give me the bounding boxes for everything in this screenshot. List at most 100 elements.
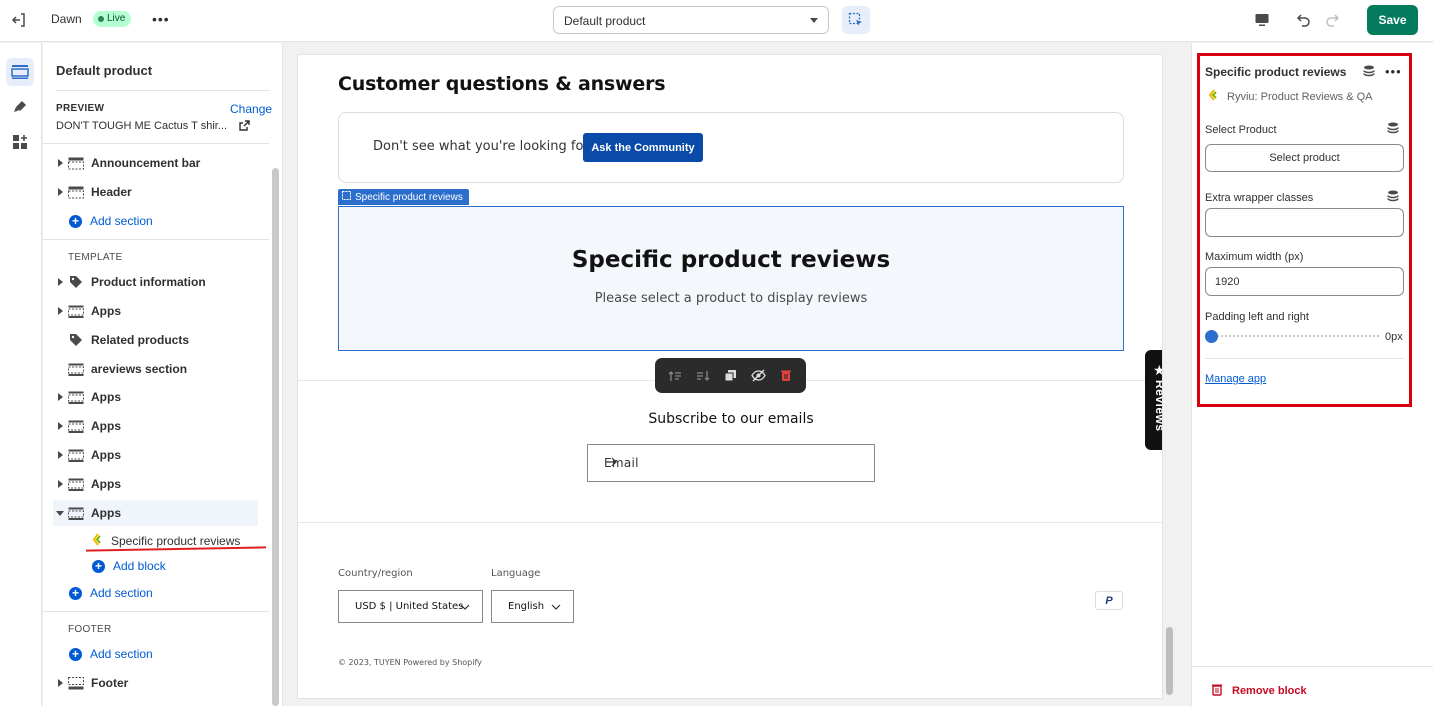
live-dot-icon — [98, 16, 104, 22]
extra-wrapper-field[interactable] — [1205, 208, 1404, 237]
dynamic-source-icon[interactable] — [1387, 190, 1399, 205]
caret-right-icon[interactable] — [53, 188, 67, 196]
qa-heading: Customer questions & answers — [338, 73, 666, 95]
section-product-information[interactable]: Product information — [53, 269, 258, 295]
add-section-header-button[interactable]: + Add section — [69, 211, 153, 231]
select-product-label: Select Product — [1205, 124, 1277, 136]
specific-product-reviews-block[interactable]: Specific product reviews Please select a… — [338, 206, 1124, 351]
block-toolbar — [655, 358, 806, 393]
template-select-value: Default product — [564, 14, 646, 28]
divider — [43, 239, 269, 240]
plus-circle-icon: + — [92, 559, 105, 573]
inspector-icon[interactable] — [842, 6, 870, 34]
section-announcement-bar[interactable]: Announcement bar — [53, 150, 258, 176]
section-icon — [68, 676, 84, 690]
section-apps[interactable]: Apps — [53, 298, 258, 324]
footer-group-label: FOOTER — [68, 624, 112, 635]
add-section-template-button[interactable]: + Add section — [69, 583, 153, 603]
section-apps-expanded[interactable]: Apps — [53, 500, 258, 526]
live-badge: Live — [93, 11, 132, 27]
caret-right-icon[interactable] — [53, 278, 67, 286]
caret-right-icon[interactable] — [53, 679, 67, 687]
duplicate-icon[interactable] — [720, 366, 740, 386]
caret-down-icon[interactable] — [53, 510, 67, 516]
remove-block-button[interactable]: Remove block — [1211, 683, 1307, 699]
plus-circle-icon: + — [69, 214, 82, 228]
caret-right-icon[interactable] — [53, 422, 67, 430]
section-label: Apps — [91, 419, 121, 433]
reviews-tab-label: Reviews — [1153, 380, 1163, 432]
section-apps[interactable]: Apps — [53, 413, 258, 439]
qa-box: Don't see what you're looking for? Ask t… — [338, 112, 1124, 183]
redo-icon[interactable] — [1322, 9, 1344, 31]
section-icon — [68, 185, 84, 199]
country-select[interactable]: USD $ | United States — [338, 590, 483, 623]
max-width-label: Maximum width (px) — [1205, 251, 1304, 263]
section-apps[interactable]: Apps — [53, 442, 258, 468]
sidebar-scrollbar[interactable] — [272, 168, 279, 706]
sections-sidebar: Default product PREVIEW Change DON'T TOU… — [43, 43, 283, 706]
section-icon — [68, 156, 84, 170]
theme-settings-icon[interactable] — [6, 93, 34, 121]
section-label: Header — [91, 185, 132, 199]
section-icon — [68, 390, 84, 404]
section-apps[interactable]: Apps — [53, 384, 258, 410]
caret-right-icon[interactable] — [53, 307, 67, 315]
caret-right-icon[interactable] — [53, 480, 67, 488]
tag-icon — [68, 333, 84, 347]
add-block-label: Add block — [113, 559, 166, 573]
dashed-square-icon — [342, 191, 351, 203]
padding-slider-track[interactable] — [1214, 335, 1379, 337]
reviews-floating-tab[interactable]: ★ Reviews — [1145, 350, 1163, 450]
preview-scrollbar[interactable] — [1166, 627, 1173, 695]
preview-product: DON'T TOUGH ME Cactus T shir... — [56, 120, 228, 132]
copyright-text: © 2023, TUYEN Powered by Shopify — [338, 658, 482, 667]
divider — [43, 143, 269, 144]
select-product-button[interactable]: Select product — [1205, 144, 1404, 172]
change-preview-link[interactable]: Change — [230, 102, 272, 116]
ask-community-button[interactable]: Ask the Community — [583, 133, 703, 162]
app-embeds-icon[interactable] — [6, 128, 34, 156]
caret-right-icon[interactable] — [53, 393, 67, 401]
manage-app-link[interactable]: Manage app — [1205, 373, 1266, 385]
move-down-icon[interactable] — [693, 366, 713, 386]
email-field[interactable]: Email — [587, 444, 875, 482]
exit-icon[interactable] — [8, 9, 30, 31]
section-apps[interactable]: Apps — [53, 471, 258, 497]
qa-prompt: Don't see what you're looking for? — [373, 139, 596, 154]
add-section-label: Add section — [90, 647, 153, 661]
desktop-icon[interactable] — [1251, 9, 1273, 31]
save-button[interactable]: Save — [1367, 5, 1418, 35]
delete-icon[interactable] — [776, 366, 796, 386]
section-header[interactable]: Header — [53, 179, 258, 205]
add-section-footer-button[interactable]: + Add section — [69, 644, 153, 664]
section-icon — [68, 304, 84, 318]
dynamic-source-icon[interactable] — [1363, 65, 1375, 80]
hide-icon[interactable] — [748, 366, 768, 386]
undo-icon[interactable] — [1292, 9, 1314, 31]
section-label: areviews section — [91, 362, 188, 376]
country-label: Country/region — [338, 568, 413, 579]
template-select[interactable]: Default product — [553, 6, 829, 34]
more-icon[interactable]: ••• — [1385, 64, 1402, 79]
section-related-products[interactable]: Related products — [53, 327, 258, 353]
padding-slider-thumb[interactable] — [1205, 330, 1218, 343]
caret-right-icon[interactable] — [53, 451, 67, 459]
remove-block-label: Remove block — [1232, 685, 1307, 697]
caret-right-icon[interactable] — [53, 159, 67, 167]
chevron-down-icon — [460, 603, 470, 614]
panel-title: Specific product reviews — [1205, 65, 1347, 79]
add-block-button[interactable]: + Add block — [92, 556, 166, 576]
dynamic-source-icon[interactable] — [1387, 122, 1399, 137]
arrow-right-icon[interactable] — [604, 455, 864, 472]
theme-name: Dawn — [51, 12, 82, 26]
more-icon[interactable]: ••• — [152, 11, 170, 27]
section-footer[interactable]: Footer — [53, 670, 258, 696]
external-link-icon[interactable] — [239, 119, 250, 134]
storefront-preview: Customer questions & answers Don't see w… — [297, 54, 1163, 699]
move-up-icon[interactable] — [665, 366, 685, 386]
max-width-field[interactable]: 1920 — [1205, 267, 1404, 296]
language-select[interactable]: English — [491, 590, 574, 623]
sections-icon[interactable] — [6, 58, 34, 86]
section-areviews[interactable]: areviews section — [53, 356, 258, 382]
